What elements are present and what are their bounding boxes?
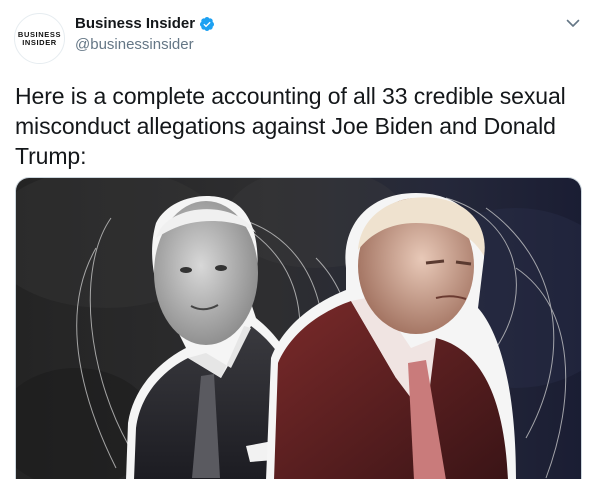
tweet-media-image[interactable]	[15, 177, 582, 479]
name-row: Business Insider	[75, 15, 215, 32]
handle[interactable]: @businessinsider	[75, 36, 194, 53]
avatar[interactable]: BUSINESS INSIDER	[14, 13, 65, 64]
tweet: BUSINESS INSIDER Business Insider @busin…	[0, 0, 594, 479]
tweet-text: Here is a complete accounting of all 33 …	[15, 83, 566, 169]
verified-badge-icon	[199, 16, 215, 32]
chevron-down-icon[interactable]	[564, 14, 582, 32]
display-name[interactable]: Business Insider	[75, 15, 195, 32]
avatar-text-line2: INSIDER	[22, 37, 57, 47]
